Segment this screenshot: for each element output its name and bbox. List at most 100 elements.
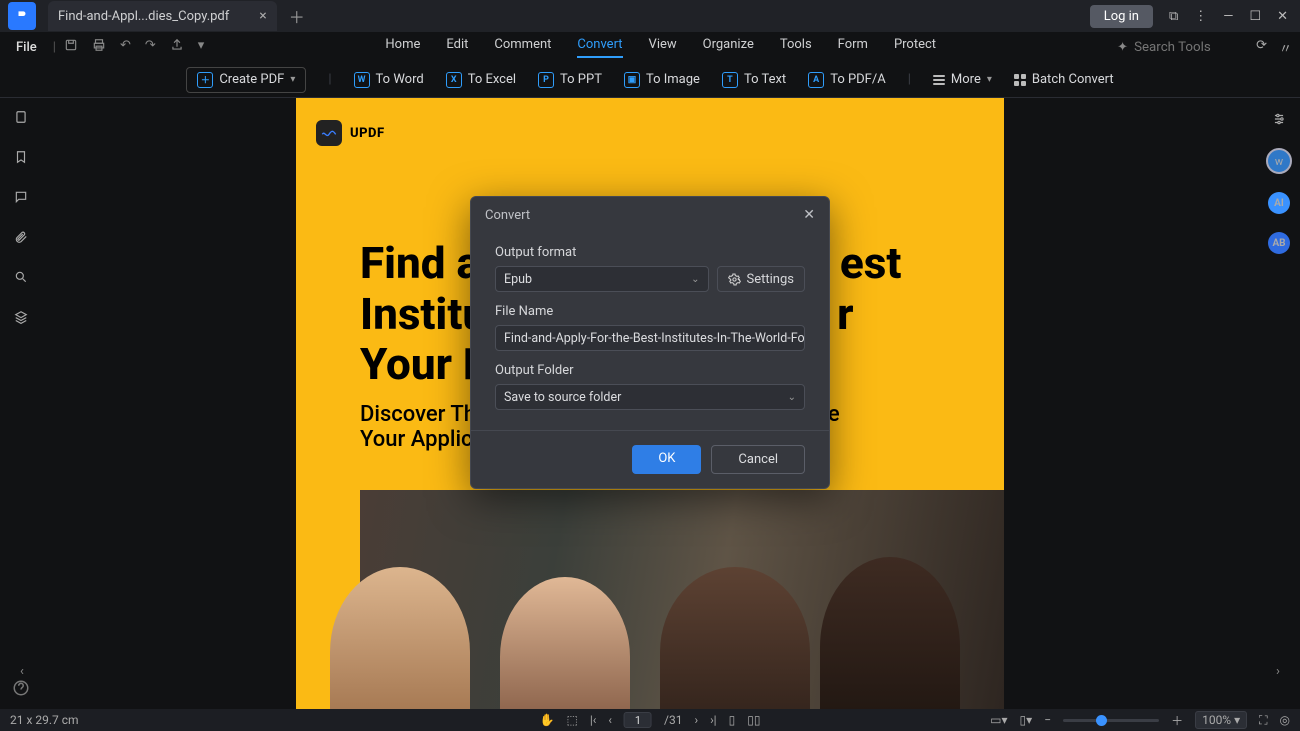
menu-edit[interactable]: Edit bbox=[446, 37, 468, 58]
page-total: /31 bbox=[664, 713, 682, 727]
menu-organize[interactable]: Organize bbox=[703, 37, 754, 58]
output-folder-value: Save to source folder bbox=[504, 390, 621, 405]
dropdown-icon[interactable]: ▾ bbox=[198, 38, 205, 56]
chevron-down-icon: ⌄ bbox=[788, 392, 796, 403]
properties-icon[interactable] bbox=[1272, 112, 1286, 130]
settings-button[interactable]: Settings bbox=[717, 266, 805, 292]
single-page-icon[interactable]: ▯ bbox=[729, 713, 736, 727]
page-navigator: ✋ ⬚ |‹ ‹ /31 › ›| ▯ ▯▯ bbox=[540, 712, 761, 728]
next-page-arrow[interactable]: › bbox=[1268, 664, 1288, 679]
document-tab[interactable]: Find-and-Appl...dies_Copy.pdf × bbox=[48, 1, 277, 31]
save-icon[interactable] bbox=[64, 38, 78, 56]
menu-view[interactable]: View bbox=[649, 37, 677, 58]
to-pdfa-button[interactable]: ATo PDF/A bbox=[808, 72, 886, 88]
batch-convert-button[interactable]: Batch Convert bbox=[1014, 72, 1114, 87]
search-tools-input[interactable] bbox=[1134, 40, 1234, 55]
next-page-icon[interactable]: › bbox=[694, 713, 698, 727]
two-page-icon[interactable]: ▯▯ bbox=[747, 713, 760, 727]
new-tab-button[interactable]: ＋ bbox=[289, 4, 305, 28]
menu-protect[interactable]: Protect bbox=[894, 37, 936, 58]
create-pdf-button[interactable]: ＋Create PDF▾ bbox=[186, 67, 306, 93]
zoom-slider[interactable] bbox=[1063, 719, 1159, 722]
ab-badge[interactable]: AB bbox=[1268, 232, 1290, 254]
login-button[interactable]: Log in bbox=[1090, 5, 1153, 28]
collapse-ribbon-icon[interactable]: 〃 bbox=[1279, 38, 1292, 57]
dialog-close-icon[interactable]: ✕ bbox=[803, 207, 815, 223]
print-icon[interactable] bbox=[92, 38, 106, 56]
to-image-label: To Image bbox=[646, 72, 700, 87]
search-icon[interactable] bbox=[14, 270, 28, 288]
ok-button[interactable]: OK bbox=[632, 445, 701, 474]
help-icon[interactable] bbox=[12, 679, 30, 697]
to-text-label: To Text bbox=[744, 72, 786, 87]
output-folder-select[interactable]: Save to source folder ⌄ bbox=[495, 384, 805, 410]
comment-icon[interactable] bbox=[14, 190, 28, 208]
main-menu: Home Edit Comment Convert View Organize … bbox=[212, 37, 1109, 58]
to-text-button[interactable]: TTo Text bbox=[722, 72, 786, 88]
window-maximize-icon[interactable]: ☐ bbox=[1249, 9, 1261, 24]
kebab-menu-icon[interactable]: ⋮ bbox=[1194, 9, 1207, 24]
share-icon[interactable] bbox=[170, 38, 184, 56]
page-dimensions: 21 x 29.7 cm bbox=[10, 713, 79, 727]
zoom-out-icon[interactable]: − bbox=[1044, 713, 1051, 727]
to-pdfa-label: To PDF/A bbox=[830, 72, 886, 87]
create-pdf-label: Create PDF bbox=[219, 72, 284, 87]
screenshot-icon[interactable]: ⧉ bbox=[1169, 9, 1178, 24]
menu-home[interactable]: Home bbox=[385, 37, 420, 58]
prev-page-icon[interactable]: ‹ bbox=[608, 713, 612, 727]
sync-icon[interactable]: ⟳ bbox=[1256, 38, 1267, 57]
focus-icon[interactable]: ◎ bbox=[1280, 713, 1290, 727]
redo-icon[interactable]: ↷ bbox=[145, 38, 156, 56]
zoom-thumb[interactable] bbox=[1096, 715, 1107, 726]
fit-width-icon[interactable]: ▭▾ bbox=[990, 713, 1007, 727]
chevron-down-icon: ⌄ bbox=[691, 274, 699, 285]
fullscreen-icon[interactable]: ⛶ bbox=[1259, 713, 1267, 728]
window-minimize-icon[interactable]: — bbox=[1223, 9, 1233, 24]
more-label: More bbox=[951, 72, 981, 87]
menu-tools[interactable]: Tools bbox=[780, 37, 812, 58]
last-page-icon[interactable]: ›| bbox=[710, 713, 717, 727]
user-avatar[interactable]: w bbox=[1266, 148, 1292, 174]
fit-page-icon[interactable]: ▯▾ bbox=[1020, 713, 1033, 727]
first-page-icon[interactable]: |‹ bbox=[590, 713, 597, 727]
select-tool-icon[interactable]: ⬚ bbox=[567, 713, 578, 727]
prev-page-arrow[interactable]: ‹ bbox=[12, 664, 32, 679]
output-folder-label: Output Folder bbox=[495, 363, 805, 378]
to-excel-button[interactable]: XTo Excel bbox=[446, 72, 516, 88]
hand-tool-icon[interactable]: ✋ bbox=[540, 713, 555, 727]
menu-form[interactable]: Form bbox=[838, 37, 868, 58]
page-brand: UPDF bbox=[316, 120, 385, 146]
menu-bar: File | ↶ ↷ ▾ Home Edit Comment Convert V… bbox=[0, 32, 1300, 62]
attachment-icon[interactable] bbox=[14, 230, 28, 248]
app-logo-icon bbox=[8, 2, 36, 30]
layers-icon[interactable] bbox=[14, 310, 28, 328]
to-ppt-button[interactable]: PTo PPT bbox=[538, 72, 602, 88]
cancel-button[interactable]: Cancel bbox=[711, 445, 805, 474]
bookmark-icon[interactable] bbox=[14, 150, 28, 168]
thumbnails-icon[interactable] bbox=[14, 110, 28, 128]
gear-icon bbox=[728, 273, 741, 286]
grid-icon bbox=[1014, 74, 1026, 86]
menu-comment[interactable]: Comment bbox=[494, 37, 551, 58]
page-number-input[interactable] bbox=[624, 712, 652, 728]
to-word-button[interactable]: WTo Word bbox=[354, 72, 424, 88]
zoom-value[interactable]: 100% ▾ bbox=[1195, 711, 1247, 729]
tab-title: Find-and-Appl...dies_Copy.pdf bbox=[58, 9, 229, 24]
undo-icon[interactable]: ↶ bbox=[120, 38, 131, 56]
menu-convert[interactable]: Convert bbox=[577, 37, 622, 58]
search-tools[interactable]: ✦ bbox=[1117, 40, 1234, 55]
to-ppt-label: To PPT bbox=[560, 72, 602, 87]
to-excel-label: To Excel bbox=[468, 72, 516, 87]
tab-close-icon[interactable]: × bbox=[259, 8, 266, 24]
window-close-icon[interactable]: ✕ bbox=[1277, 9, 1288, 24]
file-menu[interactable]: File bbox=[8, 40, 45, 55]
zoom-in-icon[interactable]: ＋ bbox=[1171, 712, 1183, 729]
to-image-button[interactable]: ▣To Image bbox=[624, 72, 700, 88]
left-panel bbox=[0, 98, 42, 709]
more-button[interactable]: More▾ bbox=[933, 72, 992, 87]
brand-text: UPDF bbox=[350, 126, 385, 141]
ai-badge[interactable]: AI bbox=[1268, 192, 1290, 214]
output-format-select[interactable]: Epub ⌄ bbox=[495, 266, 709, 292]
file-name-input[interactable]: Find-and-Apply-For-the-Best-Institutes-I… bbox=[495, 325, 805, 351]
file-name-label: File Name bbox=[495, 304, 805, 319]
